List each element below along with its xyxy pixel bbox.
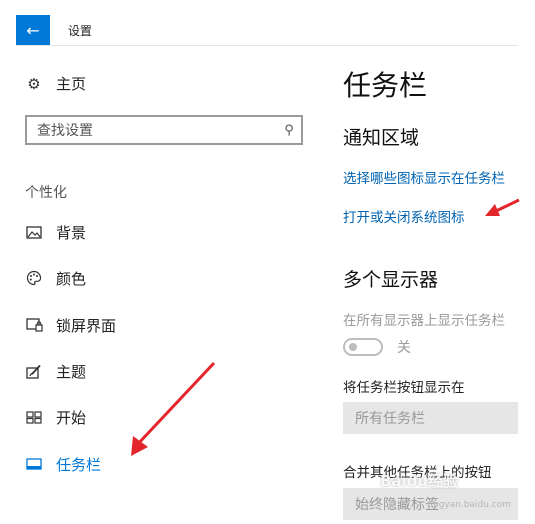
- back-button[interactable]: ←: [16, 15, 50, 45]
- title-bar: ← 设置: [16, 15, 518, 46]
- show-on-all-displays-toggle[interactable]: [343, 338, 383, 356]
- palette-icon: [25, 270, 43, 286]
- multi-display-heading: 多个显示器: [343, 269, 439, 291]
- system-icons-link[interactable]: 打开或关闭系统图标: [343, 206, 465, 226]
- select-taskbar-icons-link[interactable]: 选择哪些图标显示在任务栏: [343, 167, 505, 187]
- sidebar-item-colors[interactable]: 颜色: [25, 267, 86, 289]
- sidebar-item-taskbar[interactable]: 任务栏: [25, 453, 101, 475]
- back-arrow-icon: ←: [26, 20, 40, 40]
- sidebar-item-label: 颜色: [56, 269, 87, 288]
- sidebar-item-themes[interactable]: 主题: [25, 360, 86, 382]
- home-label: 主页: [56, 75, 87, 93]
- watermark-url: jingyan.baidu.com: [428, 500, 512, 510]
- page-title: 任务栏: [343, 69, 428, 102]
- window-title: 设置: [68, 24, 93, 38]
- home-nav-item[interactable]: ⚙ 主页: [25, 73, 86, 94]
- watermark-logo: Baidu经验: [380, 472, 459, 490]
- annotation-arrow-taskbar: [131, 361, 216, 456]
- sidebar-item-label: 锁屏界面: [56, 316, 117, 335]
- taskbar-icon: [25, 458, 43, 470]
- lock-screen-icon: [25, 318, 43, 332]
- search-icon[interactable]: ⚲: [277, 123, 301, 138]
- show-buttons-on-select[interactable]: 所有任务栏: [343, 402, 518, 434]
- notification-area-heading: 通知区域: [343, 127, 420, 149]
- sidebar-item-label: 背景: [56, 223, 87, 242]
- annotation-arrow-system-icons: [485, 198, 520, 216]
- sidebar-item-label: 主题: [56, 362, 87, 381]
- show-on-all-displays-label: 在所有显示器上显示任务栏: [343, 313, 505, 329]
- search-input[interactable]: 查找设置: [27, 120, 277, 140]
- theme-brush-icon: [25, 364, 43, 379]
- sidebar-item-lock-screen[interactable]: 锁屏界面: [25, 314, 116, 336]
- sidebar-item-label: 任务栏: [56, 455, 102, 474]
- show-on-all-displays-toggle-row: 关: [343, 337, 411, 357]
- section-label: 个性化: [25, 185, 67, 201]
- sidebar-item-start[interactable]: 开始: [25, 406, 86, 428]
- search-box[interactable]: 查找设置 ⚲: [25, 115, 303, 145]
- sidebar-item-background[interactable]: 背景: [25, 221, 86, 243]
- toggle-state-label: 关: [397, 340, 411, 356]
- start-tiles-icon: [25, 410, 43, 424]
- gear-icon: ⚙: [27, 74, 41, 93]
- show-buttons-on-label: 将任务栏按钮显示在: [343, 380, 465, 396]
- picture-icon: [25, 225, 43, 239]
- toggle-knob: [349, 343, 357, 351]
- sidebar-item-label: 开始: [56, 408, 87, 427]
